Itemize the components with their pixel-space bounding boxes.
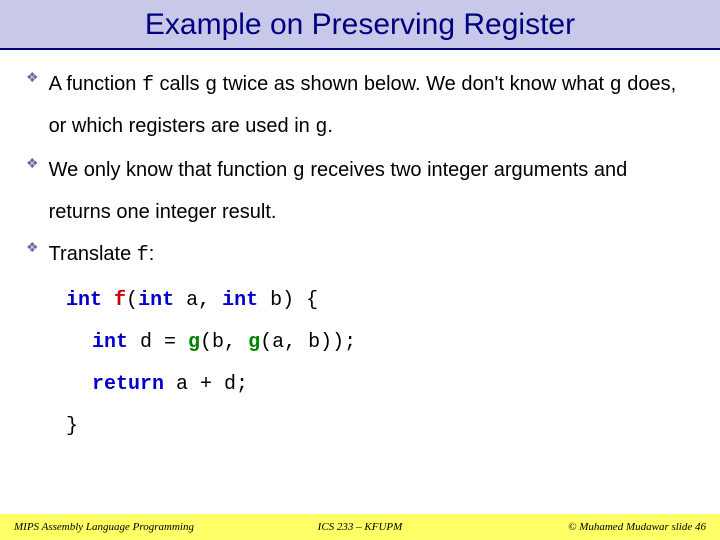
footer-left: MIPS Assembly Language Programming [0,521,194,533]
slide-content: ❖ A function f calls g twice as shown be… [0,50,720,448]
bullet-text: A function f calls g twice as shown belo… [49,64,694,148]
slide-title: Example on Preserving Register [0,8,720,42]
bullet-1: ❖ A function f calls g twice as shown be… [26,64,694,148]
code-line: int f(int a, int b) { [66,280,694,322]
code-line: } [66,406,694,448]
bullet-text: We only know that function g receives tw… [49,150,694,232]
diamond-bullet-icon: ❖ [26,69,39,86]
code-line: int d = g(b, g(a, b)); [92,322,694,364]
code-block: int f(int a, int b) { int d = g(b, g(a, … [66,280,694,448]
footer-center: ICS 233 – KFUPM [318,521,403,533]
bullet-text: Translate f: [49,234,155,276]
bullet-3: ❖ Translate f: [26,234,694,276]
slide-footer: MIPS Assembly Language Programming ICS 2… [0,514,720,540]
code-line: return a + d; [92,364,694,406]
bullet-2: ❖ We only know that function g receives … [26,150,694,232]
footer-right: © Muhamed Mudawar slide 46 [568,521,720,533]
title-bar: Example on Preserving Register [0,0,720,50]
diamond-bullet-icon: ❖ [26,155,39,172]
diamond-bullet-icon: ❖ [26,239,39,256]
